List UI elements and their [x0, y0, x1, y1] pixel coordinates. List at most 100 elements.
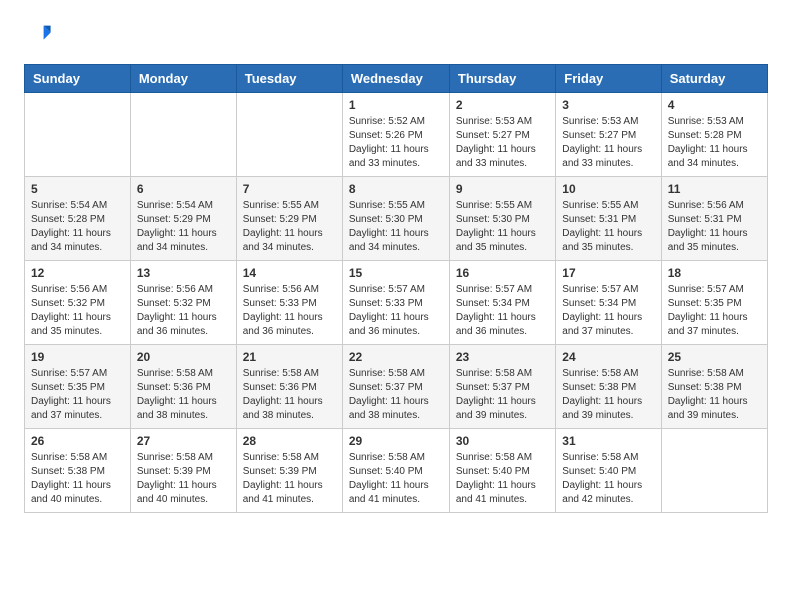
weekday-header-saturday: Saturday — [661, 65, 767, 93]
calendar-cell: 5 Sunrise: 5:54 AM Sunset: 5:28 PM Daylig… — [25, 177, 131, 261]
day-info: Sunrise: 5:55 AM Sunset: 5:29 PM Dayligh… — [243, 199, 336, 255]
week-row-4: 19 Sunrise: 5:57 AM Sunset: 5:35 PM Dayli… — [25, 345, 768, 429]
day-info: Sunrise: 5:57 AM Sunset: 5:34 PM Dayligh… — [456, 283, 549, 339]
week-row-1: 1 Sunrise: 5:52 AM Sunset: 5:26 PM Daylig… — [25, 93, 768, 177]
weekday-header-sunday: Sunday — [25, 65, 131, 93]
day-info: Sunrise: 5:58 AM Sunset: 5:37 PM Dayligh… — [456, 367, 549, 423]
calendar-cell: 10 Sunrise: 5:55 AM Sunset: 5:31 PM Dayli… — [556, 177, 661, 261]
day-info: Sunrise: 5:57 AM Sunset: 5:35 PM Dayligh… — [668, 283, 761, 339]
calendar-cell: 25 Sunrise: 5:58 AM Sunset: 5:38 PM Dayli… — [661, 345, 767, 429]
calendar-cell: 4 Sunrise: 5:53 AM Sunset: 5:28 PM Daylig… — [661, 93, 767, 177]
day-number: 2 — [456, 98, 549, 112]
calendar-cell: 9Sunrise: 5:55 AM Sunset: 5:30 PM Daylig… — [449, 177, 555, 261]
calendar-cell: 3 Sunrise: 5:53 AM Sunset: 5:27 PM Daylig… — [556, 93, 661, 177]
day-info: Sunrise: 5:52 AM Sunset: 5:26 PM Dayligh… — [349, 115, 443, 171]
day-info: Sunrise: 5:57 AM Sunset: 5:34 PM Dayligh… — [562, 283, 654, 339]
logo-icon — [24, 20, 52, 48]
day-info: Sunrise: 5:55 AM Sunset: 5:31 PM Dayligh… — [562, 199, 654, 255]
calendar-cell: 8 Sunrise: 5:55 AM Sunset: 5:30 PM Daylig… — [342, 177, 449, 261]
weekday-header-tuesday: Tuesday — [236, 65, 342, 93]
day-info: Sunrise: 5:54 AM Sunset: 5:29 PM Dayligh… — [137, 199, 230, 255]
calendar-cell: 13 Sunrise: 5:56 AM Sunset: 5:32 PM Dayli… — [130, 261, 236, 345]
day-info: Sunrise: 5:53 AM Sunset: 5:28 PM Dayligh… — [668, 115, 761, 171]
week-row-2: 5 Sunrise: 5:54 AM Sunset: 5:28 PM Daylig… — [25, 177, 768, 261]
day-number: 24 — [562, 350, 654, 364]
day-number: 6 — [137, 182, 230, 196]
day-number: 3 — [562, 98, 654, 112]
day-number: 10 — [562, 182, 654, 196]
day-number: 15 — [349, 266, 443, 280]
calendar-cell: 11Sunrise: 5:56 AM Sunset: 5:31 PM Dayli… — [661, 177, 767, 261]
day-number: 20 — [137, 350, 230, 364]
day-number: 8 — [349, 182, 443, 196]
day-number: 26 — [31, 434, 124, 448]
day-info: Sunrise: 5:58 AM Sunset: 5:38 PM Dayligh… — [31, 451, 124, 507]
calendar-cell — [25, 93, 131, 177]
weekday-header-row: SundayMondayTuesdayWednesdayThursdayFrid… — [25, 65, 768, 93]
logo — [24, 20, 56, 48]
day-info: Sunrise: 5:55 AM Sunset: 5:30 PM Dayligh… — [349, 199, 443, 255]
day-info: Sunrise: 5:58 AM Sunset: 5:36 PM Dayligh… — [137, 367, 230, 423]
calendar-cell: 16 Sunrise: 5:57 AM Sunset: 5:34 PM Dayli… — [449, 261, 555, 345]
calendar-cell: 21 Sunrise: 5:58 AM Sunset: 5:36 PM Dayli… — [236, 345, 342, 429]
calendar-cell: 24 Sunrise: 5:58 AM Sunset: 5:38 PM Dayli… — [556, 345, 661, 429]
calendar-cell: 26 Sunrise: 5:58 AM Sunset: 5:38 PM Dayli… — [25, 429, 131, 513]
week-row-5: 26 Sunrise: 5:58 AM Sunset: 5:38 PM Dayli… — [25, 429, 768, 513]
day-info: Sunrise: 5:53 AM Sunset: 5:27 PM Dayligh… — [562, 115, 654, 171]
calendar-cell: 17Sunrise: 5:57 AM Sunset: 5:34 PM Dayli… — [556, 261, 661, 345]
day-info: Sunrise: 5:58 AM Sunset: 5:40 PM Dayligh… — [562, 451, 654, 507]
day-number: 31 — [562, 434, 654, 448]
day-info: Sunrise: 5:58 AM Sunset: 5:36 PM Dayligh… — [243, 367, 336, 423]
calendar-cell: 1 Sunrise: 5:52 AM Sunset: 5:26 PM Daylig… — [342, 93, 449, 177]
calendar-cell: 7 Sunrise: 5:55 AM Sunset: 5:29 PM Daylig… — [236, 177, 342, 261]
calendar-cell: 6 Sunrise: 5:54 AM Sunset: 5:29 PM Daylig… — [130, 177, 236, 261]
calendar-cell — [661, 429, 767, 513]
page: SundayMondayTuesdayWednesdayThursdayFrid… — [0, 0, 792, 529]
week-row-3: 12 Sunrise: 5:56 AM Sunset: 5:32 PM Dayli… — [25, 261, 768, 345]
day-info: Sunrise: 5:58 AM Sunset: 5:40 PM Dayligh… — [349, 451, 443, 507]
header — [24, 20, 768, 48]
calendar-cell: 15Sunrise: 5:57 AM Sunset: 5:33 PM Dayli… — [342, 261, 449, 345]
calendar-cell: 31 Sunrise: 5:58 AM Sunset: 5:40 PM Dayli… — [556, 429, 661, 513]
day-info: Sunrise: 5:56 AM Sunset: 5:33 PM Dayligh… — [243, 283, 336, 339]
day-number: 9 — [456, 182, 549, 196]
day-number: 29 — [349, 434, 443, 448]
day-info: Sunrise: 5:56 AM Sunset: 5:32 PM Dayligh… — [137, 283, 230, 339]
day-info: Sunrise: 5:58 AM Sunset: 5:37 PM Dayligh… — [349, 367, 443, 423]
day-number: 16 — [456, 266, 549, 280]
day-number: 23 — [456, 350, 549, 364]
calendar-cell: 20 Sunrise: 5:58 AM Sunset: 5:36 PM Dayli… — [130, 345, 236, 429]
calendar-cell: 19 Sunrise: 5:57 AM Sunset: 5:35 PM Dayli… — [25, 345, 131, 429]
calendar-cell: 29 Sunrise: 5:58 AM Sunset: 5:40 PM Dayli… — [342, 429, 449, 513]
day-number: 7 — [243, 182, 336, 196]
day-number: 25 — [668, 350, 761, 364]
day-number: 13 — [137, 266, 230, 280]
day-number: 5 — [31, 182, 124, 196]
calendar-cell: 18 Sunrise: 5:57 AM Sunset: 5:35 PM Dayli… — [661, 261, 767, 345]
calendar-cell: 2 Sunrise: 5:53 AM Sunset: 5:27 PM Daylig… — [449, 93, 555, 177]
weekday-header-wednesday: Wednesday — [342, 65, 449, 93]
calendar-cell: 23 Sunrise: 5:58 AM Sunset: 5:37 PM Dayli… — [449, 345, 555, 429]
day-info: Sunrise: 5:53 AM Sunset: 5:27 PM Dayligh… — [456, 115, 549, 171]
day-number: 21 — [243, 350, 336, 364]
day-number: 12 — [31, 266, 124, 280]
day-number: 22 — [349, 350, 443, 364]
day-number: 27 — [137, 434, 230, 448]
day-number: 4 — [668, 98, 761, 112]
calendar-cell — [236, 93, 342, 177]
calendar-cell: 27Sunrise: 5:58 AM Sunset: 5:39 PM Dayli… — [130, 429, 236, 513]
day-number: 14 — [243, 266, 336, 280]
calendar-cell: 22 Sunrise: 5:58 AM Sunset: 5:37 PM Dayli… — [342, 345, 449, 429]
day-number: 18 — [668, 266, 761, 280]
weekday-header-friday: Friday — [556, 65, 661, 93]
day-info: Sunrise: 5:54 AM Sunset: 5:28 PM Dayligh… — [31, 199, 124, 255]
day-info: Sunrise: 5:57 AM Sunset: 5:35 PM Dayligh… — [31, 367, 124, 423]
day-number: 19 — [31, 350, 124, 364]
day-info: Sunrise: 5:56 AM Sunset: 5:32 PM Dayligh… — [31, 283, 124, 339]
day-info: Sunrise: 5:56 AM Sunset: 5:31 PM Dayligh… — [668, 199, 761, 255]
calendar-cell: 14 Sunrise: 5:56 AM Sunset: 5:33 PM Dayli… — [236, 261, 342, 345]
day-number: 1 — [349, 98, 443, 112]
day-info: Sunrise: 5:58 AM Sunset: 5:38 PM Dayligh… — [668, 367, 761, 423]
calendar-cell: 28Sunrise: 5:58 AM Sunset: 5:39 PM Dayli… — [236, 429, 342, 513]
day-info: Sunrise: 5:58 AM Sunset: 5:38 PM Dayligh… — [562, 367, 654, 423]
